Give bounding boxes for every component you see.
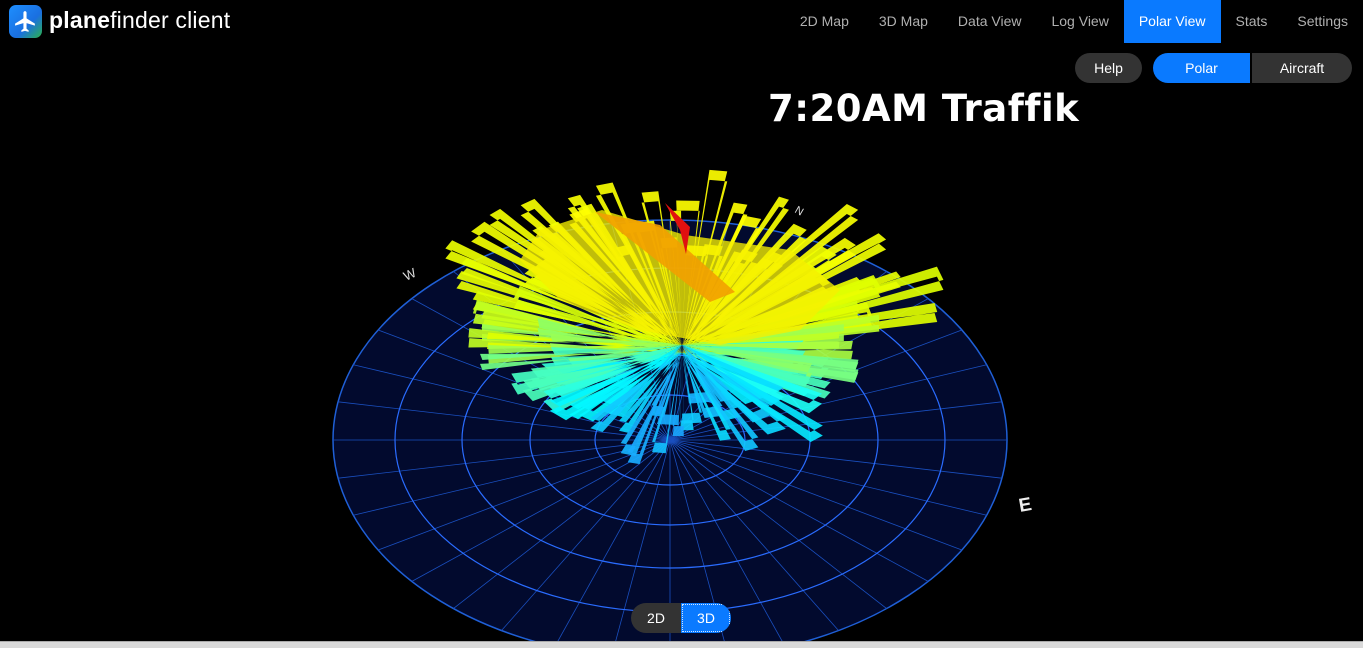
app-brand: planefinder client [49, 7, 231, 33]
view-title: 7:20AM Traffik [768, 87, 1080, 130]
top-bar: planefinder client 2D Map 3D Map Data Vi… [0, 0, 1363, 43]
main-nav: 2D Map 3D Map Data View Log View Polar V… [785, 0, 1363, 43]
2d-3d-toggle: 2D 3D [631, 603, 731, 633]
compass-east: E [1017, 494, 1033, 517]
compass-north: N [793, 204, 806, 218]
nav-polar-view[interactable]: Polar View [1123, 0, 1221, 43]
airplane-icon [15, 11, 35, 32]
nav-2d-map[interactable]: 2D Map [785, 0, 864, 43]
nav-stats[interactable]: Stats [1221, 0, 1283, 43]
compass-west: W [401, 265, 419, 284]
polar-plot[interactable]: N W E [0, 43, 1363, 641]
toggle-3d-button[interactable]: 3D [681, 603, 731, 633]
nav-data-view[interactable]: Data View [943, 0, 1037, 43]
nav-3d-map[interactable]: 3D Map [864, 0, 943, 43]
planefinder-logo [9, 5, 42, 38]
nav-log-view[interactable]: Log View [1036, 0, 1123, 43]
toggle-2d-button[interactable]: 2D [631, 603, 681, 633]
nav-settings[interactable]: Settings [1282, 0, 1363, 43]
